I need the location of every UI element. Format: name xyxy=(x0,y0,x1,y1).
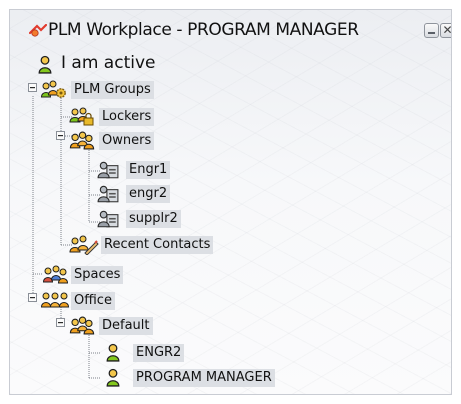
tree-node-label: Default xyxy=(99,317,153,335)
plm-workplace-window: PLM Workplace - PROGRAM MANAGER ✕ I am a… xyxy=(9,9,452,395)
tree-connector-lines xyxy=(28,83,101,379)
collapse-toggle-default[interactable] xyxy=(56,318,65,327)
office-group-icon xyxy=(41,292,69,308)
person-icon xyxy=(106,368,120,387)
tree-node-label: supplr2 xyxy=(126,210,181,228)
contact-card-icon xyxy=(97,161,119,179)
collapse-toggle-plm-groups[interactable] xyxy=(28,83,37,92)
lockers-icon xyxy=(69,107,94,126)
group-icon xyxy=(69,131,95,150)
tree-node-label: engr2 xyxy=(126,185,171,203)
person-icon xyxy=(106,343,120,362)
tree-node-label: Spaces xyxy=(71,266,124,284)
group-icon xyxy=(69,316,95,335)
recent-contacts-icon xyxy=(69,235,99,255)
tree-node-label: Lockers xyxy=(99,108,155,126)
spaces-icon xyxy=(43,265,69,284)
collapse-toggle-owners[interactable] xyxy=(56,131,65,140)
tree-node-label: Engr1 xyxy=(126,161,171,179)
tree-node-label: PLM Groups xyxy=(71,81,154,99)
tree-node-label: PROGRAM MANAGER xyxy=(133,369,275,387)
contact-card-icon xyxy=(97,185,119,203)
tree-node-label: Owners xyxy=(99,132,155,150)
collapse-toggle-office[interactable] xyxy=(28,293,37,302)
tree-node-label: Recent Contacts xyxy=(101,236,214,254)
contact-card-icon xyxy=(97,210,119,228)
tree-node-label: ENGR2 xyxy=(133,344,185,362)
group-settings-icon xyxy=(41,80,66,98)
tree-node-label: Office xyxy=(71,292,115,310)
